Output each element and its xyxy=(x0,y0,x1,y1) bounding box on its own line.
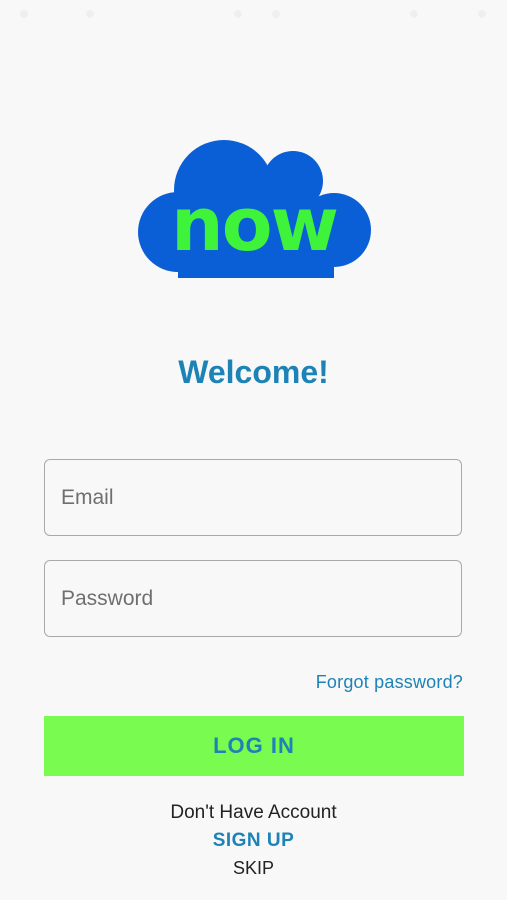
skip-link[interactable]: SKIP xyxy=(233,858,274,878)
cloud-icon: now xyxy=(138,140,371,278)
welcome-title: Welcome! xyxy=(178,354,329,390)
status-icon xyxy=(234,10,242,18)
login-button[interactable]: LOG IN xyxy=(44,716,464,776)
status-bar xyxy=(0,0,507,30)
status-icon xyxy=(410,10,418,18)
skip-row: SKIP xyxy=(0,858,507,879)
no-account-text: Don't Have Account xyxy=(170,802,337,823)
status-icon xyxy=(478,10,486,18)
email-field[interactable] xyxy=(44,459,462,536)
signup-row: SIGN UP xyxy=(0,830,507,852)
forgot-password-link[interactable]: Forgot password? xyxy=(316,672,463,693)
status-icon xyxy=(86,10,94,18)
status-icon xyxy=(20,10,28,18)
signup-link[interactable]: SIGN UP xyxy=(213,830,295,851)
status-icon xyxy=(272,10,280,18)
logo-text: now xyxy=(171,182,337,268)
now-logo: now xyxy=(136,138,372,280)
password-field[interactable] xyxy=(44,560,462,637)
